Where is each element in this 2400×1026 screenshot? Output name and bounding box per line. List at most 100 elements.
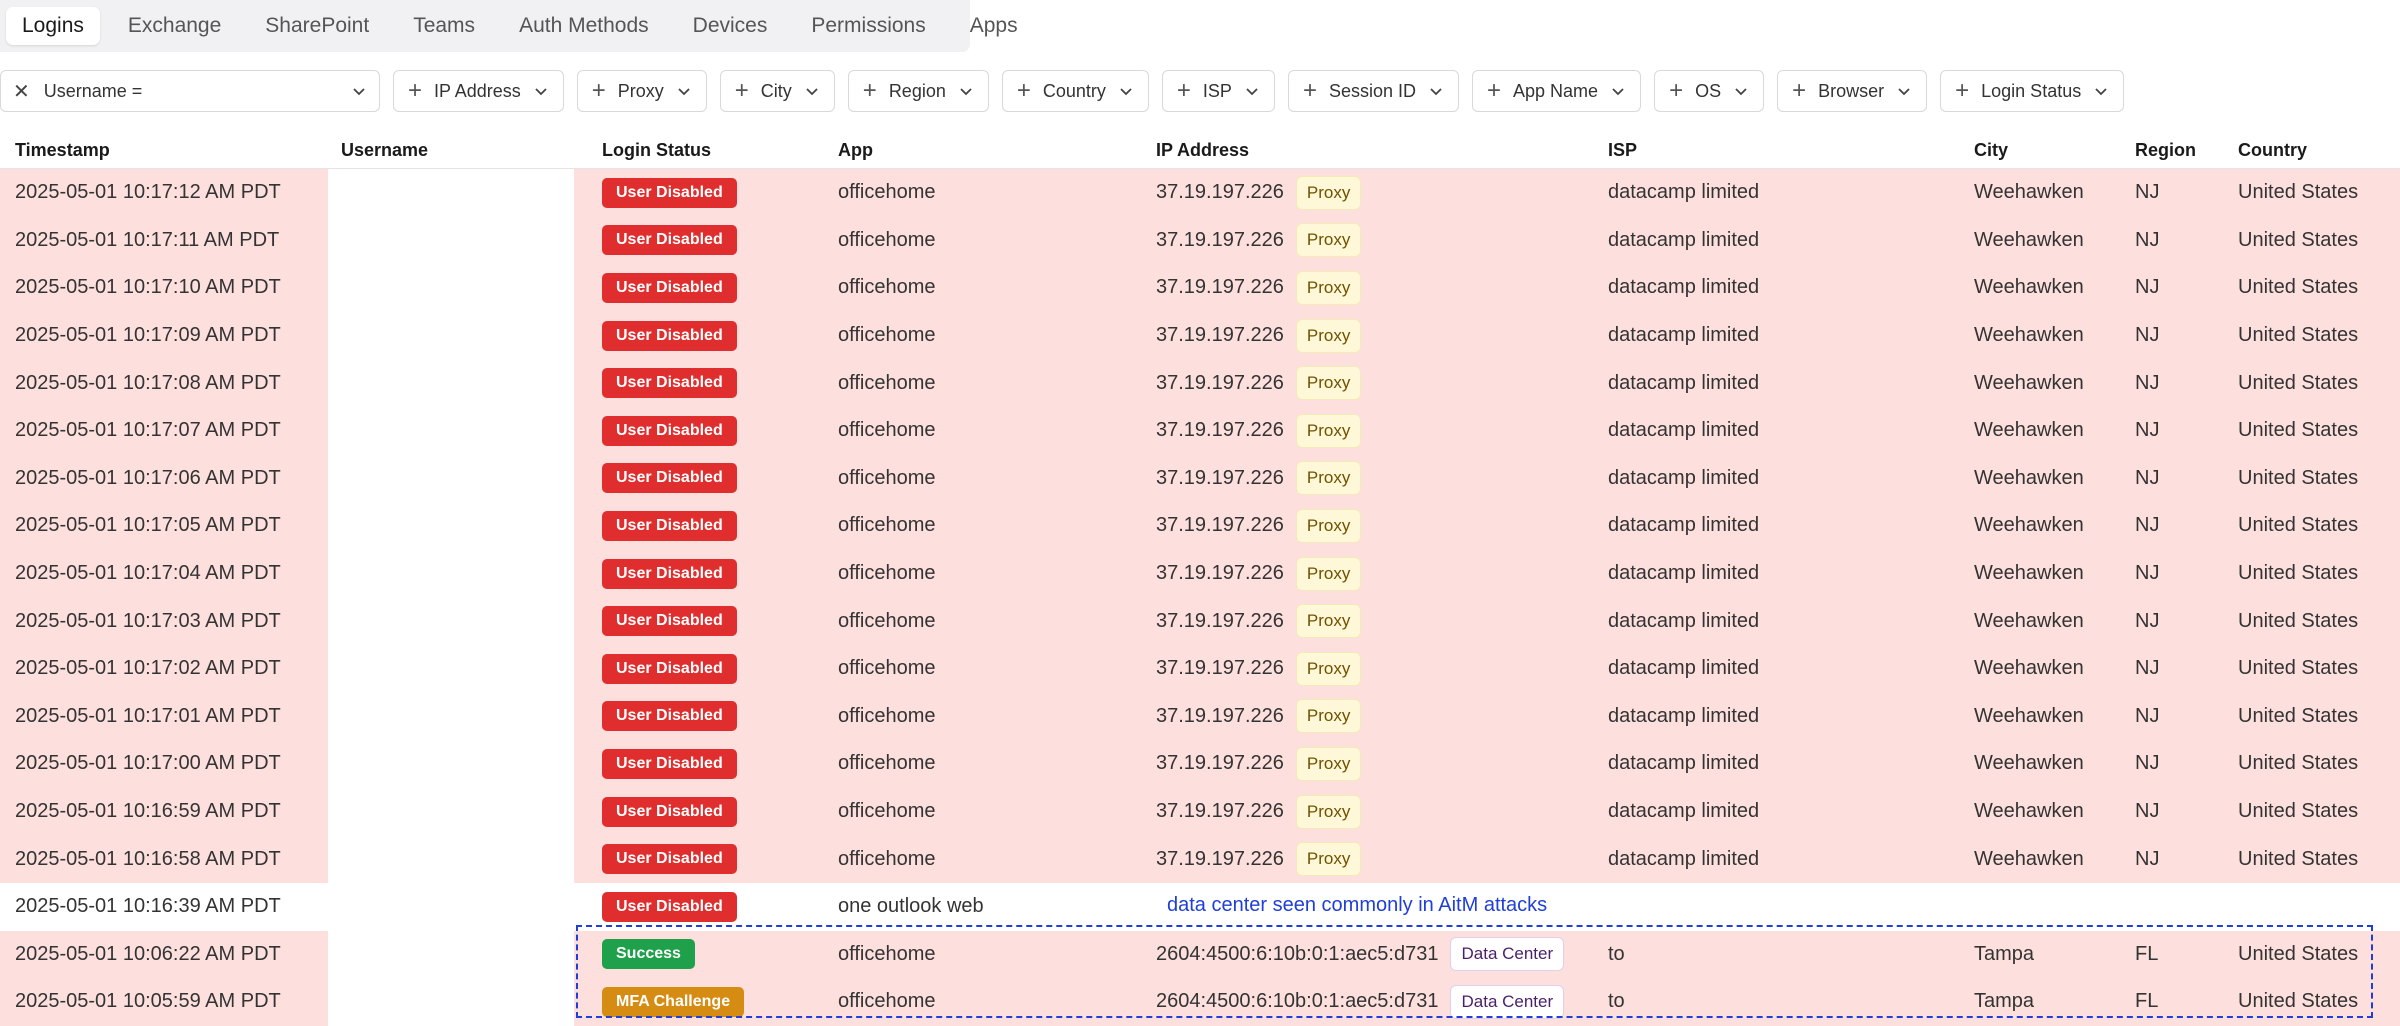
table-row[interactable]: 2025-05-01 10:16:58 AM PDT User Disabled o…	[0, 835, 2400, 883]
table-row[interactable]: 2025-05-01 10:17:10 AM PDT User Disabled o…	[0, 264, 2400, 312]
ip-address-text[interactable]: 37.19.197.226	[1156, 562, 1284, 585]
filter-chip-app-name[interactable]: + App Name	[1472, 70, 1642, 112]
proxy-tag: Proxy	[1295, 651, 1362, 686]
status-badge: User Disabled	[602, 320, 737, 351]
ip-address-text[interactable]: 37.19.197.226	[1156, 181, 1284, 204]
cell-ip-address: 2604:4500:6:10b:0:1:aec5:d731 Data Center	[1156, 931, 1565, 979]
chevron-down-icon[interactable]	[1118, 83, 1134, 99]
chevron-down-icon[interactable]	[2093, 83, 2109, 99]
table-row[interactable]: 2025-05-01 10:17:12 AM PDT User Disabled o…	[0, 169, 2400, 217]
col-region[interactable]: Region	[2135, 132, 2196, 168]
table-row[interactable]: 2025-05-01 10:17:03 AM PDT User Disabled o…	[0, 597, 2400, 645]
col-login-status[interactable]: Login Status	[602, 132, 711, 168]
table-row[interactable]: 2025-05-01 10:17:00 AM PDT User Disabled o…	[0, 740, 2400, 788]
tab-devices[interactable]: Devices	[671, 7, 790, 45]
plus-icon: +	[1955, 77, 1970, 104]
ip-address-text[interactable]: 2604:4500:6:10b:0:1:aec5:d731	[1156, 990, 1438, 1013]
cell-app: officehome	[838, 514, 936, 537]
chevron-down-icon[interactable]	[351, 83, 367, 99]
ip-address-text[interactable]: 37.19.197.226	[1156, 800, 1284, 823]
filter-chip-label: Browser	[1818, 80, 1885, 101]
col-isp[interactable]: ISP	[1608, 132, 1637, 168]
tab-logins[interactable]: Logins	[6, 7, 100, 45]
filter-bar: ✕ Username = + IP Address + Proxy + City + Regi…	[0, 70, 2137, 114]
chevron-down-icon[interactable]	[676, 83, 692, 99]
proxy-tag: Proxy	[1295, 604, 1362, 639]
table-row[interactable]: 2025-05-01 10:17:08 AM PDT User Disabled o…	[0, 359, 2400, 407]
ip-address-text[interactable]: 37.19.197.226	[1156, 610, 1284, 633]
chevron-down-icon[interactable]	[958, 83, 974, 99]
table-row[interactable]: 2025-05-01 10:16:59 AM PDT User Disabled o…	[0, 787, 2400, 836]
table-row[interactable]: 2025-05-01 10:06:22 AM PDT Success officeh…	[0, 930, 2400, 979]
chevron-down-icon[interactable]	[1896, 83, 1912, 99]
ip-address-text[interactable]: 37.19.197.226	[1156, 467, 1284, 490]
row-background	[328, 930, 574, 979]
ip-address-text[interactable]: 37.19.197.226	[1156, 705, 1284, 728]
username-filter-chip[interactable]: ✕ Username =	[0, 70, 380, 112]
chevron-down-icon[interactable]	[1244, 83, 1260, 99]
ip-address-text[interactable]: 37.19.197.226	[1156, 276, 1284, 299]
cell-country: United States	[2238, 181, 2359, 204]
cell-timestamp: 2025-05-01 10:16:39 AM PDT	[15, 895, 281, 918]
filter-chip-login-status[interactable]: + Login Status	[1940, 70, 2125, 112]
status-badge: User Disabled	[602, 415, 737, 446]
table-row[interactable]: 2025-05-01 10:05:59 AM PDT MFA Challenge o…	[0, 978, 2400, 1026]
chevron-down-icon[interactable]	[533, 83, 549, 99]
tab-apps[interactable]: Apps	[948, 7, 1040, 45]
cell-timestamp: 2025-05-01 10:17:11 AM PDT	[15, 228, 280, 251]
status-badge: User Disabled	[602, 177, 737, 208]
chevron-down-icon[interactable]	[1428, 83, 1444, 99]
table-row[interactable]: 2025-05-01 10:17:06 AM PDT User Disabled o…	[0, 454, 2400, 503]
filter-chip-browser[interactable]: + Browser	[1777, 70, 1928, 112]
table-row[interactable]: 2025-05-01 10:17:05 AM PDT User Disabled o…	[0, 502, 2400, 550]
chevron-down-icon[interactable]	[804, 83, 820, 99]
filter-chip-proxy[interactable]: + Proxy	[576, 70, 707, 112]
cell-city: Weehawken	[1974, 800, 2084, 823]
col-timestamp[interactable]: Timestamp	[15, 132, 110, 168]
table-row[interactable]: 2025-05-01 10:17:09 AM PDT User Disabled o…	[0, 311, 2400, 360]
cell-country: United States	[2238, 800, 2359, 823]
col-username[interactable]: Username	[341, 132, 428, 168]
tab-exchange[interactable]: Exchange	[106, 7, 243, 45]
ip-address-text[interactable]: 2604:4500:6:10b:0:1:aec5:d731	[1156, 943, 1438, 966]
ip-address-text[interactable]: 37.19.197.226	[1156, 752, 1284, 775]
chevron-down-icon[interactable]	[1733, 83, 1749, 99]
ip-address-text[interactable]: 37.19.197.226	[1156, 229, 1284, 252]
ip-address-text[interactable]: 37.19.197.226	[1156, 372, 1284, 395]
col-country[interactable]: Country	[2238, 132, 2307, 168]
filter-chip-isp[interactable]: + ISP	[1161, 70, 1275, 112]
ip-address-text[interactable]: 37.19.197.226	[1156, 324, 1284, 347]
tab-permissions[interactable]: Permissions	[789, 7, 947, 45]
ip-address-text[interactable]: 37.19.197.226	[1156, 657, 1284, 680]
filter-chip-country[interactable]: + Country	[1001, 70, 1149, 112]
filter-chip-region[interactable]: + Region	[847, 70, 989, 112]
filter-chip-ip-address[interactable]: + IP Address	[393, 70, 564, 112]
cell-city: Weehawken	[1974, 419, 2084, 442]
filter-chip-city[interactable]: + City	[719, 70, 835, 112]
cell-login-status: User Disabled	[602, 835, 737, 883]
filter-chip-session-id[interactable]: + Session ID	[1287, 70, 1459, 112]
table-row[interactable]: 2025-05-01 10:17:11 AM PDT User Disabled o…	[0, 216, 2400, 265]
chevron-down-icon[interactable]	[1610, 83, 1626, 99]
tab-auth-methods[interactable]: Auth Methods	[497, 7, 671, 45]
ip-address-text[interactable]: 37.19.197.226	[1156, 848, 1284, 871]
table-row[interactable]: 2025-05-01 10:17:04 AM PDT User Disabled o…	[0, 549, 2400, 598]
table-row[interactable]: 2025-05-01 10:17:02 AM PDT User Disabled o…	[0, 644, 2400, 693]
tab-sharepoint[interactable]: SharePoint	[243, 7, 391, 45]
status-badge: User Disabled	[602, 796, 737, 827]
table-row[interactable]: 2025-05-01 10:17:01 AM PDT User Disabled o…	[0, 692, 2400, 741]
col-app[interactable]: App	[838, 132, 873, 168]
cell-timestamp: 2025-05-01 10:05:59 AM PDT	[15, 990, 281, 1013]
table-row[interactable]: 2025-05-01 10:17:07 AM PDT User Disabled o…	[0, 406, 2400, 455]
filter-chip-label: App Name	[1513, 80, 1599, 101]
filter-chip-os[interactable]: + OS	[1654, 70, 1765, 112]
tab-teams[interactable]: Teams	[391, 7, 497, 45]
cell-ip-address: 37.19.197.226 Proxy	[1156, 788, 1362, 836]
ip-address-text[interactable]: 37.19.197.226	[1156, 514, 1284, 537]
ip-address-text[interactable]: 37.19.197.226	[1156, 419, 1284, 442]
cell-city: Weehawken	[1974, 609, 2084, 632]
col-city[interactable]: City	[1974, 132, 2008, 168]
cell-ip-address: 37.19.197.226 Proxy	[1156, 169, 1362, 217]
clear-icon[interactable]: ✕	[13, 79, 30, 104]
col-ip-address[interactable]: IP Address	[1156, 132, 1249, 168]
